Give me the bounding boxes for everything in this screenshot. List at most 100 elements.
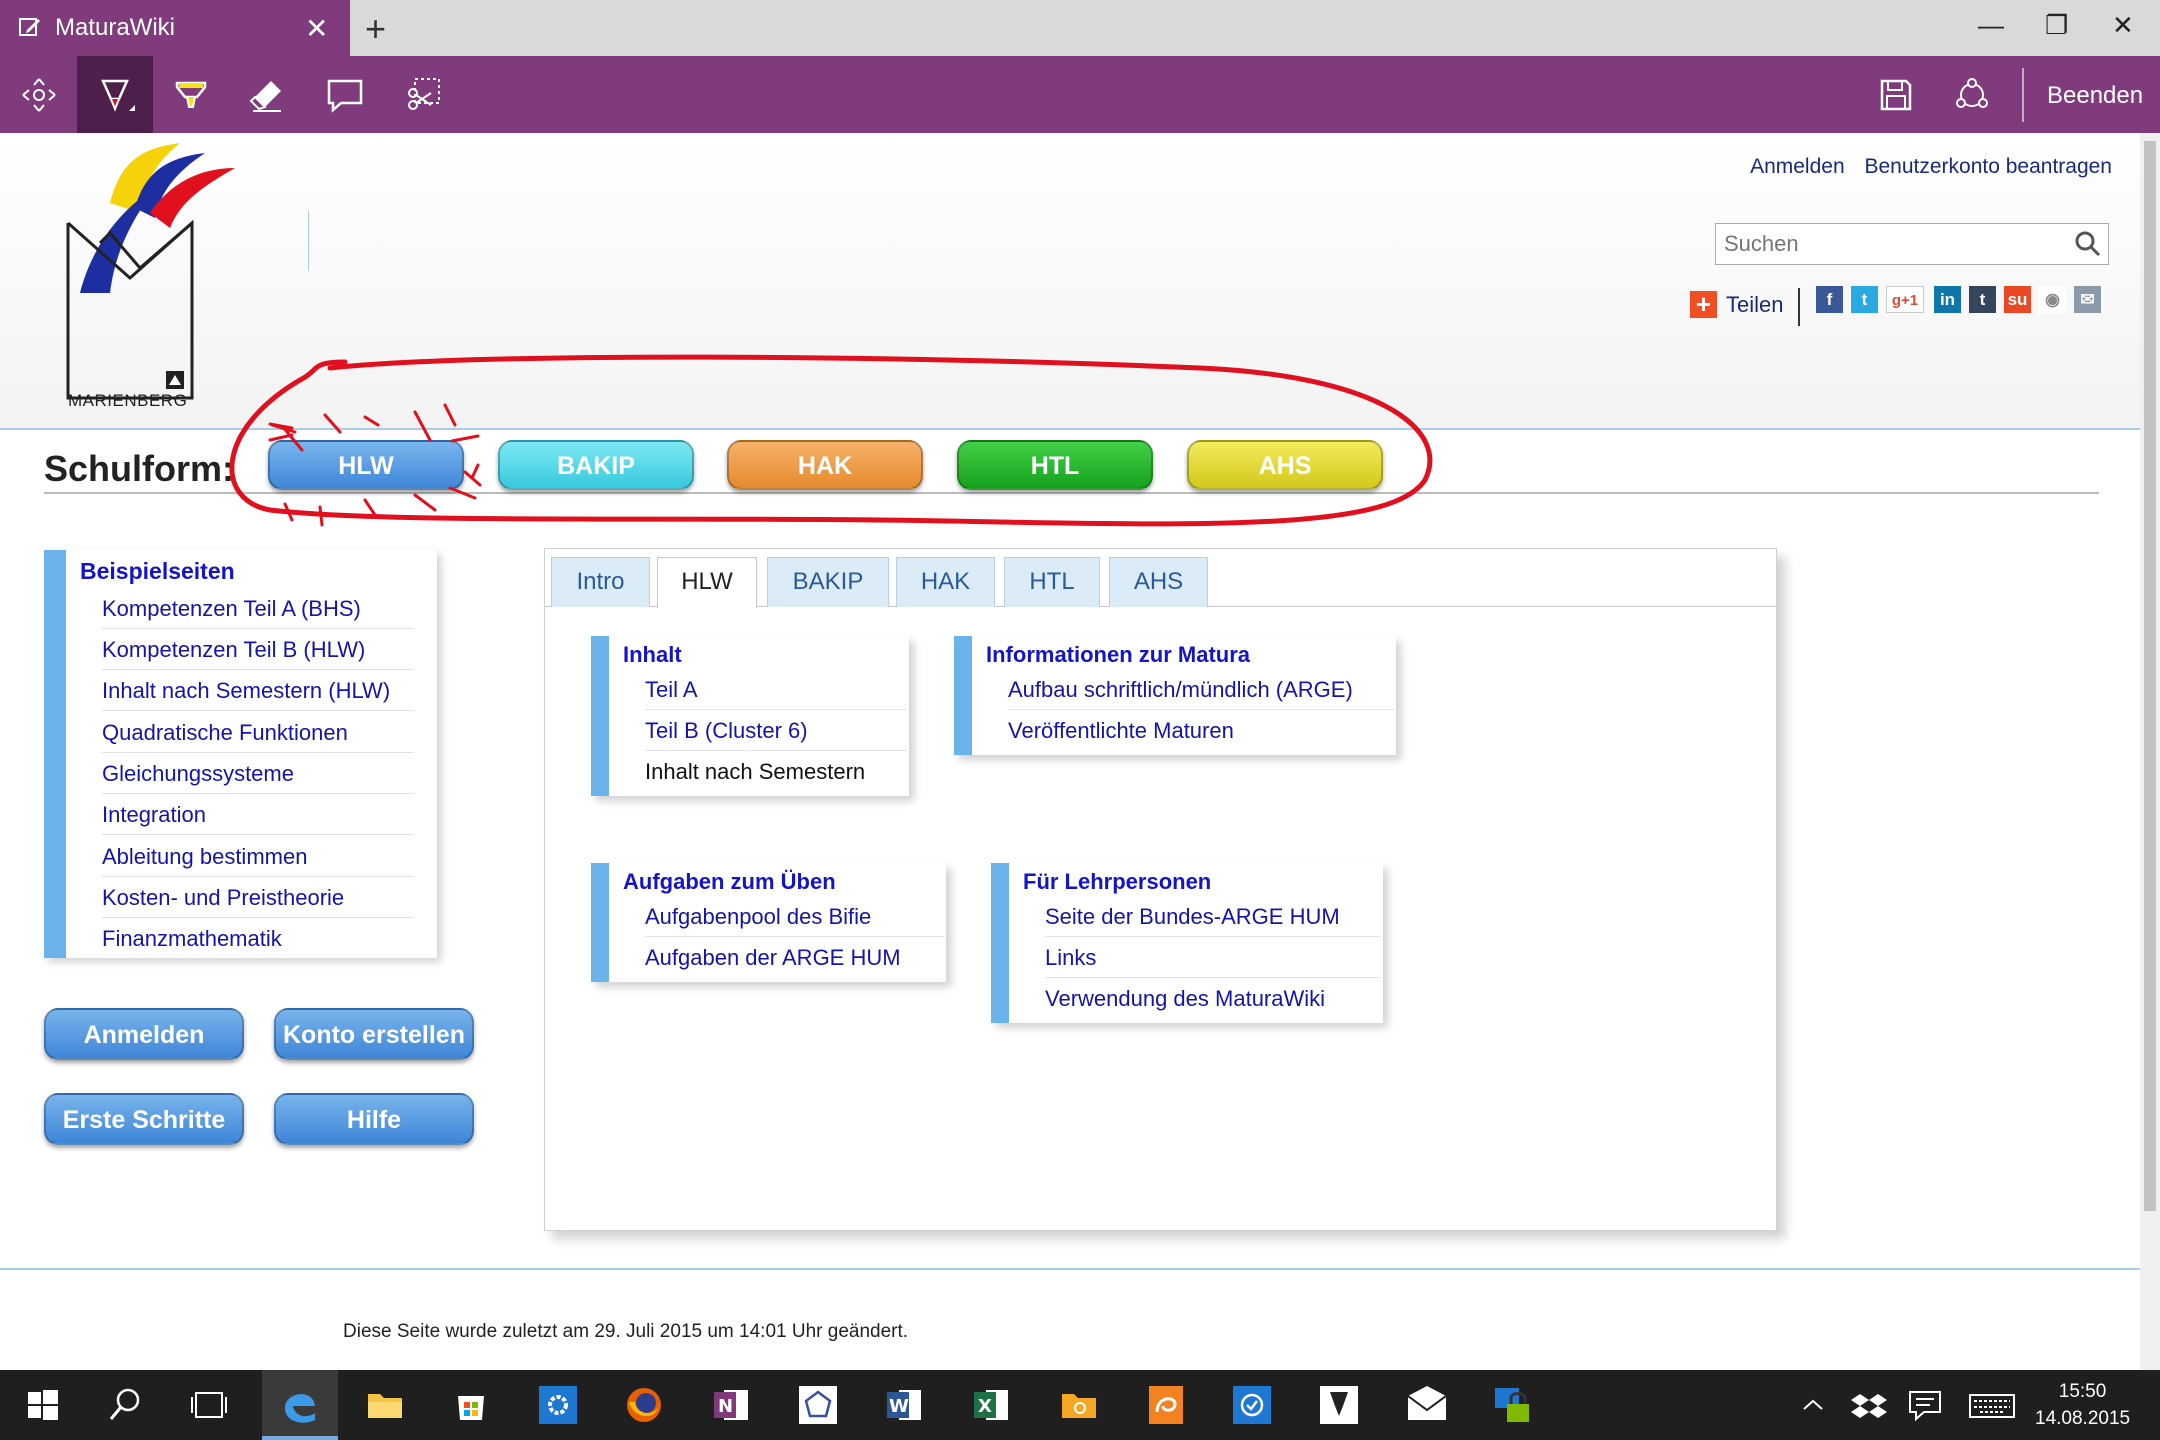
chevron-up-icon[interactable]	[1790, 1382, 1836, 1428]
sidebar-item[interactable]: Inhalt nach Semestern (HLW)	[102, 670, 414, 711]
comment-tool-button[interactable]	[307, 56, 383, 133]
schulform-button-ahs[interactable]: AHS	[1187, 440, 1383, 490]
page-scrollbar[interactable]	[2140, 133, 2160, 1370]
close-tab-icon[interactable]: ✕	[305, 12, 328, 45]
edge-browser-icon[interactable]	[277, 1382, 323, 1428]
pdf-app-icon[interactable]	[1143, 1382, 1189, 1428]
create-account-button[interactable]: Konto erstellen	[274, 1008, 474, 1060]
share-button[interactable]	[1934, 56, 2010, 133]
facebook-icon[interactable]: f	[1816, 286, 1843, 313]
firefox-icon[interactable]	[621, 1382, 667, 1428]
notifications-icon[interactable]	[1902, 1382, 1948, 1428]
share-plus-icon[interactable]: +	[1690, 291, 1717, 318]
sidebar-item[interactable]: Kosten- und Preistheorie	[102, 877, 414, 918]
vpn-lock-icon[interactable]	[1491, 1382, 1537, 1428]
task-view-icon[interactable]	[186, 1382, 232, 1428]
linkedin-icon[interactable]: in	[1934, 286, 1961, 313]
word-icon[interactable]: W	[881, 1382, 927, 1428]
pen-app-icon[interactable]	[1316, 1382, 1362, 1428]
search-icon[interactable]	[102, 1382, 148, 1428]
twitter-icon[interactable]: t	[1851, 286, 1878, 313]
pen-tool-button[interactable]	[77, 56, 153, 133]
excel-icon[interactable]: X	[968, 1382, 1014, 1428]
network-app-icon[interactable]	[795, 1382, 841, 1428]
sidebar-item[interactable]: Kompetenzen Teil B (HLW)	[102, 629, 414, 670]
list-item[interactable]: Teil B (Cluster 6)	[645, 710, 907, 751]
list-item[interactable]: Veröffentlichte Maturen	[1008, 710, 1394, 751]
exit-button[interactable]: Beenden	[2047, 82, 2143, 110]
sidebar-item[interactable]: Gleichungssysteme	[102, 753, 414, 794]
list-item[interactable]: Aufbau schriftlich/mündlich (ARGE)	[1008, 669, 1394, 710]
info-heading[interactable]: Informationen zur Matura	[986, 642, 1250, 668]
file-explorer-icon[interactable]	[362, 1382, 408, 1428]
close-window-button[interactable]: ✕	[2112, 10, 2134, 41]
list-item[interactable]: Verwendung des MaturaWiki	[1045, 978, 1381, 1019]
store-icon[interactable]	[448, 1382, 494, 1428]
list-item[interactable]: Inhalt nach Semestern	[645, 751, 907, 792]
highlighter-tool-button[interactable]	[153, 56, 229, 133]
tab-hak[interactable]: HAK	[896, 557, 995, 607]
tab-intro[interactable]: Intro	[551, 557, 650, 607]
stumbleupon-icon[interactable]: su	[2004, 286, 2031, 313]
example-pages-heading[interactable]: Beispielseiten	[80, 558, 235, 585]
content-box-lehrpersonen: Für Lehrpersonen Seite der Bundes-ARGE H…	[991, 863, 1383, 1023]
todo-app-icon[interactable]	[1229, 1382, 1275, 1428]
sidebar-item[interactable]: Finanzmathematik	[102, 918, 414, 959]
pan-tool-button[interactable]	[1, 56, 77, 133]
search-icon[interactable]	[2074, 230, 2102, 258]
reddit-icon[interactable]: ◉	[2039, 286, 2066, 313]
restore-button[interactable]: ❐	[2045, 10, 2068, 41]
onenote-icon[interactable]: N	[708, 1382, 754, 1428]
keyboard-icon[interactable]	[1964, 1382, 2020, 1428]
tab-htl[interactable]: HTL	[1004, 557, 1100, 607]
login-button[interactable]: Anmelden	[44, 1008, 244, 1060]
folder-search-icon[interactable]	[1056, 1382, 1102, 1428]
minimize-button[interactable]: —	[1978, 10, 2004, 41]
tab-bakip[interactable]: BAKIP	[767, 557, 889, 607]
first-steps-button[interactable]: Erste Schritte	[44, 1093, 244, 1145]
panel-tabs: Intro HLW BAKIP HAK HTL AHS	[545, 549, 1778, 608]
list-item[interactable]: Aufgabenpool des Bifie	[645, 896, 945, 937]
schulform-button-bakip[interactable]: BAKIP	[498, 440, 694, 490]
scrollbar-thumb[interactable]	[2144, 141, 2156, 1211]
inhalt-heading[interactable]: Inhalt	[623, 642, 682, 668]
browser-tab[interactable]: MaturaWiki ✕	[0, 0, 350, 56]
schulform-button-hak[interactable]: HAK	[727, 440, 923, 490]
search-input[interactable]	[1724, 229, 2064, 259]
content-box-info: Informationen zur Matura Aufbau schriftl…	[954, 636, 1396, 755]
new-tab-button[interactable]: +	[365, 8, 386, 50]
share-label[interactable]: Teilen	[1726, 292, 1783, 318]
email-icon[interactable]: ✉	[2074, 286, 2101, 313]
schulform-button-htl[interactable]: HTL	[957, 440, 1153, 490]
schulform-button-hlw[interactable]: HLW	[268, 440, 464, 490]
list-item[interactable]: Seite der Bundes-ARGE HUM	[1045, 896, 1381, 937]
clip-tool-button[interactable]	[385, 56, 461, 133]
sidebar-item[interactable]: Ableitung bestimmen	[102, 836, 414, 877]
save-button[interactable]	[1858, 56, 1934, 133]
mail-icon[interactable]	[1404, 1382, 1450, 1428]
login-link[interactable]: Anmelden	[1750, 155, 1845, 178]
list-item[interactable]: Teil A	[645, 669, 907, 710]
sidebar-item[interactable]: Kompetenzen Teil A (BHS)	[102, 588, 414, 629]
list-item[interactable]: Links	[1045, 937, 1381, 978]
tab-hlw[interactable]: HLW	[657, 557, 757, 608]
request-account-link[interactable]: Benutzerkonto beantragen	[1864, 155, 2112, 178]
highlighter-icon	[175, 81, 207, 108]
settings-icon[interactable]	[535, 1382, 581, 1428]
tab-ahs[interactable]: AHS	[1109, 557, 1208, 607]
list-item[interactable]: Aufgaben der ARGE HUM	[645, 937, 945, 978]
sidebar-item[interactable]: Integration	[102, 794, 414, 835]
eraser-tool-button[interactable]	[229, 56, 305, 133]
tumblr-icon[interactable]: t	[1969, 286, 1996, 313]
help-button[interactable]: Hilfe	[274, 1093, 474, 1145]
start-icon[interactable]	[20, 1382, 66, 1428]
marienberg-logo[interactable]	[60, 143, 240, 418]
dropbox-icon[interactable]	[1846, 1382, 1892, 1428]
lehrpersonen-heading[interactable]: Für Lehrpersonen	[1023, 869, 1211, 895]
taskbar-clock[interactable]: 15:50 14.08.2015	[2035, 1378, 2130, 1432]
aufgaben-heading[interactable]: Aufgaben zum Üben	[623, 869, 836, 895]
sidebar-item[interactable]: Quadratische Funktionen	[102, 712, 414, 753]
schulform-underline	[44, 492, 2099, 494]
googleplus-icon[interactable]: g+1	[1886, 286, 1924, 313]
save-icon	[1880, 79, 1912, 110]
